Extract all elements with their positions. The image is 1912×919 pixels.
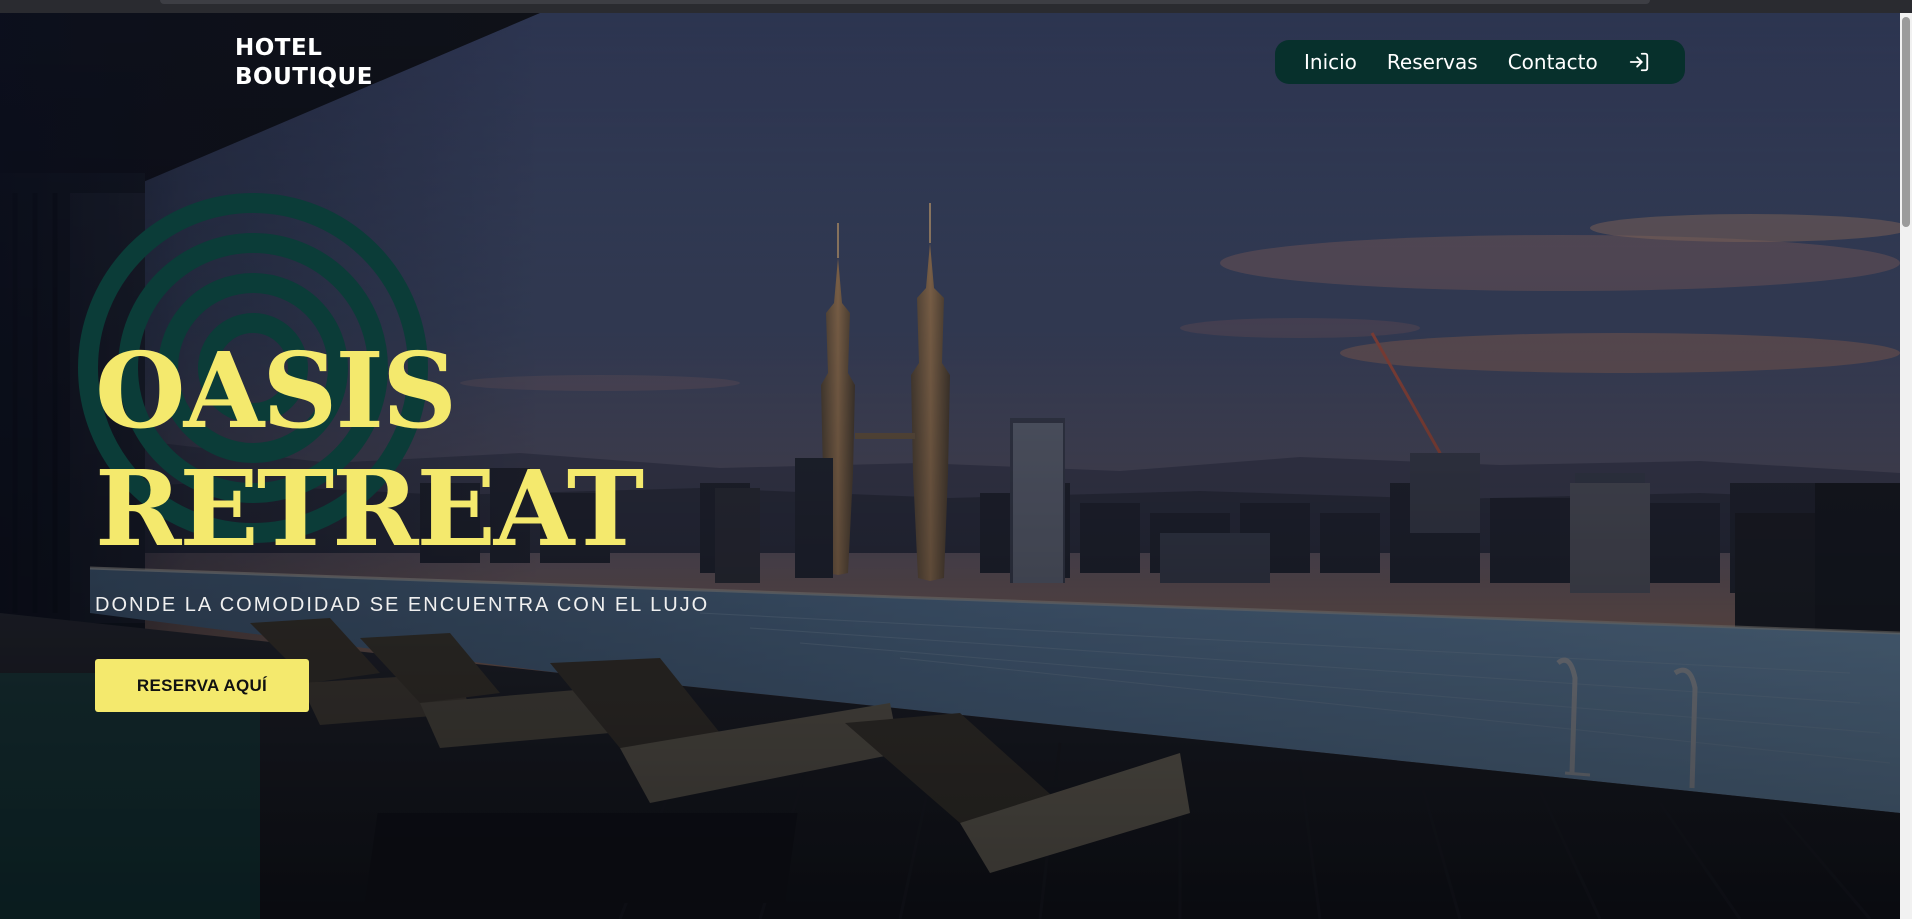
- nav-link-reservas[interactable]: Reservas: [1387, 50, 1478, 74]
- brand-line-2: BOUTIQUE: [235, 64, 373, 90]
- nav-link-contacto[interactable]: Contacto: [1508, 50, 1598, 74]
- hero-title-line-2: RETREAT: [95, 447, 644, 570]
- reserve-button[interactable]: RESERVA AQUÍ: [95, 659, 309, 712]
- browser-tab-edge: [160, 0, 1650, 4]
- hero-tagline: DONDE LA COMODIDAD SE ENCUENTRA CON EL L…: [95, 594, 710, 616]
- login-icon[interactable]: [1628, 51, 1650, 73]
- nav-link-inicio[interactable]: Inicio: [1304, 50, 1357, 74]
- scrollbar-thumb[interactable]: [1902, 17, 1910, 227]
- main-navigation: Inicio Reservas Contacto: [1275, 40, 1685, 84]
- brand-logo[interactable]: HOTEL BOUTIQUE: [235, 34, 373, 92]
- browser-top-strip: [0, 0, 1912, 13]
- hero-title-line-1: OASIS: [95, 329, 457, 452]
- hotel-landing-page: HOTEL BOUTIQUE Inicio Reservas Contacto …: [0, 0, 1912, 919]
- hero-title: OASIS RETREAT: [95, 329, 644, 570]
- page-scrollbar[interactable]: [1900, 13, 1912, 919]
- brand-line-1: HOTEL: [235, 35, 323, 61]
